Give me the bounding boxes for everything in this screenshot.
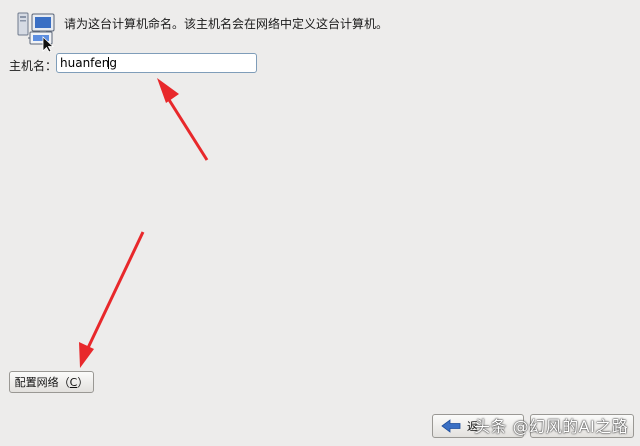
configure-network-label-prefix: 配置网络（: [14, 376, 70, 389]
header-instruction-text: 请为这台计算机命名。该主机名会在网络中定义这台计算机。: [64, 17, 389, 31]
configure-network-mnemonic: C: [69, 375, 78, 389]
network-computers-icon: [16, 10, 58, 53]
hostname-input[interactable]: [56, 53, 257, 73]
watermark-text: 头条 @幻风的AI之路: [474, 417, 629, 436]
annotation-arrow-config-button: [79, 231, 145, 368]
hostname-label: 主机名：: [9, 59, 58, 73]
configure-network-label-suffix: ）: [77, 376, 89, 389]
arrow-left-icon: [441, 419, 461, 433]
configure-network-button[interactable]: 配置网络（ C）: [9, 371, 94, 393]
annotation-arrow-hostname: [157, 78, 209, 161]
text-caret: [108, 57, 109, 69]
